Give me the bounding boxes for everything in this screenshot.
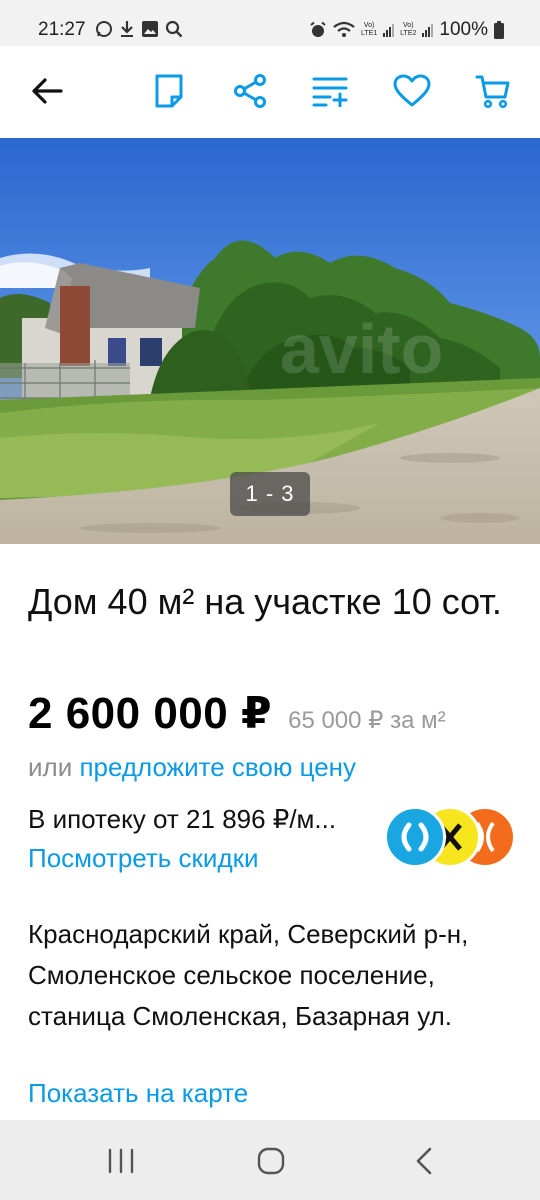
status-time: 21:27	[38, 19, 86, 40]
back-button[interactable]	[24, 68, 70, 114]
share-icon	[234, 74, 266, 108]
bank-logo-blue	[384, 806, 446, 868]
show-on-map-link[interactable]: Показать на карте	[28, 1078, 248, 1109]
app-bar	[0, 46, 540, 138]
back-icon[interactable]	[414, 1147, 434, 1175]
home-icon[interactable]	[256, 1147, 286, 1175]
offer-price-row: или предложите свою цену	[28, 752, 356, 783]
note-icon	[155, 74, 183, 108]
notification-icons	[95, 20, 183, 38]
bank-blue-icon	[401, 822, 429, 852]
view-discounts-link[interactable]: Посмотреть скидки	[28, 843, 259, 874]
bank-logos[interactable]	[384, 806, 516, 868]
wifi-icon	[333, 21, 355, 37]
favorite-button[interactable]	[389, 68, 435, 114]
offer-price-link[interactable]: предложите свою цену	[79, 752, 356, 782]
share-button[interactable]	[227, 68, 273, 114]
cart-button[interactable]	[470, 68, 516, 114]
recent-apps-icon[interactable]	[106, 1148, 136, 1174]
whatsapp-icon	[96, 21, 112, 37]
listing-title: Дом 40 м² на участке 10 сот.	[28, 581, 502, 622]
signal-icon-2	[422, 23, 434, 37]
listing-photo[interactable]: avito 1 - 3	[0, 138, 540, 544]
offer-prefix: или	[28, 752, 73, 782]
gallery-icon	[142, 21, 158, 37]
system-nav-bar	[0, 1120, 540, 1200]
search-icon	[165, 20, 183, 38]
signal-icon	[383, 23, 395, 37]
cart-icon	[475, 75, 510, 109]
compare-button[interactable]	[308, 68, 354, 114]
status-bar: 21:27 Vo) LTE1 Vo) LTE2 100%	[0, 0, 540, 46]
lte1-indicator: Vo) LTE1	[360, 22, 378, 37]
download-icon	[121, 21, 133, 37]
lte2-indicator: Vo) LTE2	[400, 22, 417, 37]
price-row: 2 600 000 ₽ 65 000 ₽ за м²	[28, 688, 446, 739]
back-arrow-icon	[32, 78, 63, 104]
listing-address: Краснодарский край, Северский р-н, Смоле…	[28, 919, 469, 1031]
compare-icon	[312, 77, 348, 107]
note-button[interactable]	[146, 68, 192, 114]
photo-counter: 1 - 3	[230, 472, 310, 516]
heart-icon	[393, 74, 431, 107]
battery-icon	[494, 21, 504, 39]
mortgage-info[interactable]: В ипотеку от 21 896 ₽/м...	[28, 804, 336, 835]
price-per-m2: 65 000 ₽ за м²	[288, 707, 446, 734]
alarm-icon	[310, 21, 326, 37]
battery-percent: 100%	[439, 19, 488, 40]
svg-text:avito: avito	[280, 310, 443, 388]
status-right: Vo) LTE1 Vo) LTE2 100%	[309, 19, 504, 41]
listing-price: 2 600 000 ₽	[28, 689, 273, 738]
